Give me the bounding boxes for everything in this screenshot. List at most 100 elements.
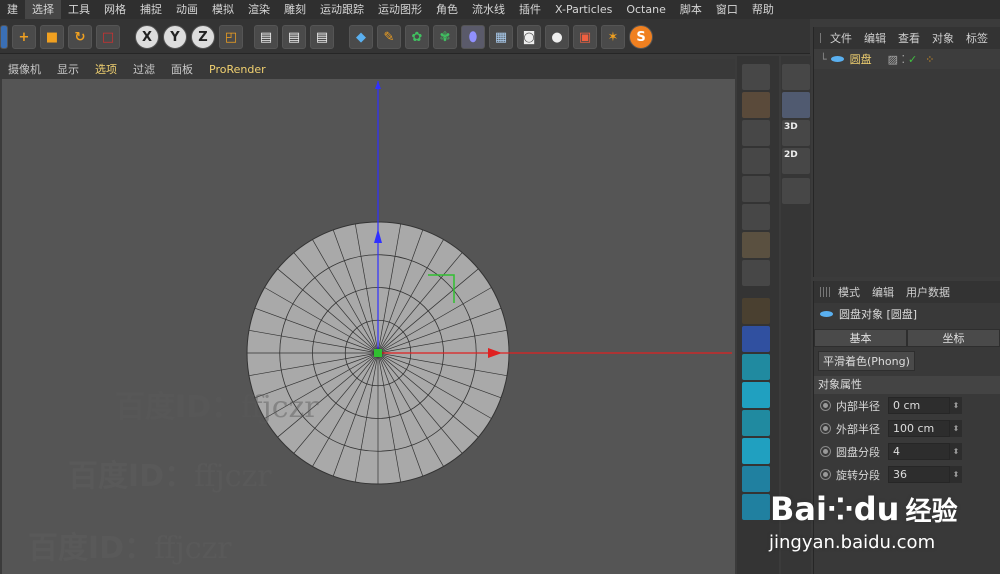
object-pivot[interactable] [374,349,382,357]
menu-render[interactable]: 渲染 [241,0,277,19]
xpresso-icon[interactable]: ✶ [601,25,625,49]
object-name[interactable]: 圆盘 [850,51,882,67]
om-menu-tag[interactable]: 标签 [966,30,988,46]
menu-character[interactable]: 角色 [429,0,465,19]
rotation-segments-anim-icon[interactable] [820,469,831,480]
menu-sculpt[interactable]: 雕刻 [277,0,313,19]
menu-snap[interactable]: 捕捉 [133,0,169,19]
cyan-copy-gear-icon[interactable] [742,382,770,408]
rotation-segments-spinner[interactable]: ⬍ [950,466,962,483]
deformer-icon[interactable]: ⬮ [461,25,485,49]
outer-radius-anim-icon[interactable] [820,423,831,434]
boolean-intersect-icon[interactable] [742,494,770,520]
workplane-icon[interactable] [782,178,810,204]
viewport-3d[interactable]: 百度ID：ffjczr 百度ID：ffjczr 百度ID：ffjczr [2,79,735,574]
inner-radius-anim-icon[interactable] [820,400,831,411]
menu-plugins[interactable]: 插件 [512,0,548,19]
menu-help[interactable]: 帮助 [745,0,781,19]
recent-tools-icon[interactable]: □ [96,25,120,49]
live-select-icon[interactable] [0,25,8,49]
snap-2d-button[interactable]: 2D [782,148,810,174]
magnet-icon[interactable] [782,64,810,90]
rotation-segments-field[interactable]: 36 [888,466,950,483]
menu-x-particles[interactable]: X-Particles [548,0,619,19]
outer-radius-spinner[interactable]: ⬍ [950,420,962,437]
menu-create[interactable]: 建 [0,0,25,19]
camera-icon[interactable]: ◙ [517,25,541,49]
menu-motion-tracking[interactable]: 运动跟踪 [313,0,371,19]
phong-tag-icon[interactable]: ⁘ [925,53,934,66]
coordinate-system-icon[interactable]: ◰ [219,25,243,49]
tag-icon[interactable]: ▣ [573,25,597,49]
boolean-union-icon[interactable] [742,466,770,492]
x-axis-lock-button[interactable]: X [135,25,159,49]
vp-menu-filter[interactable]: 过滤 [125,61,163,77]
visibility-icon[interactable]: ▨ ⁚ [888,53,905,66]
outer-radius-field[interactable]: 100 cm [888,420,950,437]
polygon-pen-icon[interactable] [742,64,770,90]
cube-icon[interactable]: ◆ [349,25,373,49]
render-view-icon[interactable]: ▤ [254,25,278,49]
pen-icon[interactable]: ✎ [377,25,401,49]
cyan-inner-gear-icon[interactable] [742,410,770,436]
cyan-stack-gear-icon[interactable] [742,438,770,464]
points-mode-icon[interactable] [742,120,770,146]
snap-3d-button[interactable]: 3D [782,120,810,146]
tab-basic[interactable]: 基本 [814,329,907,347]
axis-xyz-icon[interactable] [742,232,770,258]
object-row-disc[interactable]: └ 圆盘 ▨ ⁚ ✓ ⁘ [814,49,1000,69]
edges-mode-icon[interactable] [742,148,770,174]
vp-menu-display[interactable]: 显示 [49,61,87,77]
drop-to-floor-icon[interactable] [742,326,770,352]
cloner-icon[interactable]: ✾ [433,25,457,49]
texture-mode-icon[interactable] [742,260,770,286]
vp-menu-prorender[interactable]: ProRender [201,63,274,76]
attr-menu-userdata[interactable]: 用户数据 [906,284,950,300]
attr-menu-mode[interactable]: 模式 [838,284,860,300]
tab-phong[interactable]: 平滑着色(Phong) [818,351,915,371]
vp-menu-panel[interactable]: 面板 [163,61,201,77]
model-mode-icon[interactable] [742,92,770,118]
vp-menu-options[interactable]: 选项 [87,61,125,77]
render-settings-icon[interactable]: ▤ [310,25,334,49]
plugin-s-icon[interactable]: S [629,25,653,49]
uv-mode-icon[interactable] [742,204,770,230]
subdivision-icon[interactable]: ✿ [405,25,429,49]
cyan-box-gear-icon[interactable] [742,354,770,380]
menu-octane[interactable]: Octane [619,0,673,19]
menu-select[interactable]: 选择 [25,0,61,19]
y-axis-lock-button[interactable]: Y [163,25,187,49]
z-axis-lock-button[interactable]: Z [191,25,215,49]
menu-simulate[interactable]: 模拟 [205,0,241,19]
scale-icon[interactable]: ■ [40,25,64,49]
menu-window[interactable]: 窗口 [709,0,745,19]
disc-segments-spinner[interactable]: ⬍ [950,443,962,460]
polygons-mode-icon[interactable] [742,176,770,202]
light-icon[interactable]: ● [545,25,569,49]
menu-tools[interactable]: 工具 [61,0,97,19]
menu-animate[interactable]: 动画 [169,0,205,19]
inner-radius-field[interactable]: 0 cm [888,397,950,414]
move-icon[interactable]: + [12,25,36,49]
menu-mograph[interactable]: 运动图形 [371,0,429,19]
menu-mesh[interactable]: 网格 [97,0,133,19]
vp-menu-camera[interactable]: 摄像机 [0,61,49,77]
disc-segments-field[interactable]: 4 [888,443,950,460]
attr-menu-edit[interactable]: 编辑 [872,284,894,300]
snap-icon[interactable] [742,298,770,324]
om-menu-file[interactable]: 文件 [830,30,852,46]
menu-script[interactable]: 脚本 [673,0,709,19]
rotate-icon[interactable]: ↻ [68,25,92,49]
snap-settings-icon[interactable] [782,92,810,118]
inner-radius-spinner[interactable]: ⬍ [950,397,962,414]
menu-pipeline[interactable]: 流水线 [465,0,512,19]
om-menu-object[interactable]: 对象 [932,30,954,46]
render-picture-viewer-icon[interactable]: ▤ [282,25,306,49]
panel-grip-icon[interactable] [820,33,822,43]
om-menu-edit[interactable]: 编辑 [864,30,886,46]
enabled-check-icon[interactable]: ✓ [908,53,917,66]
tab-coord[interactable]: 坐标 [907,329,1000,347]
floor-icon[interactable]: ▦ [489,25,513,49]
attr-grip-icon[interactable] [820,287,830,297]
disc-segments-anim-icon[interactable] [820,446,831,457]
